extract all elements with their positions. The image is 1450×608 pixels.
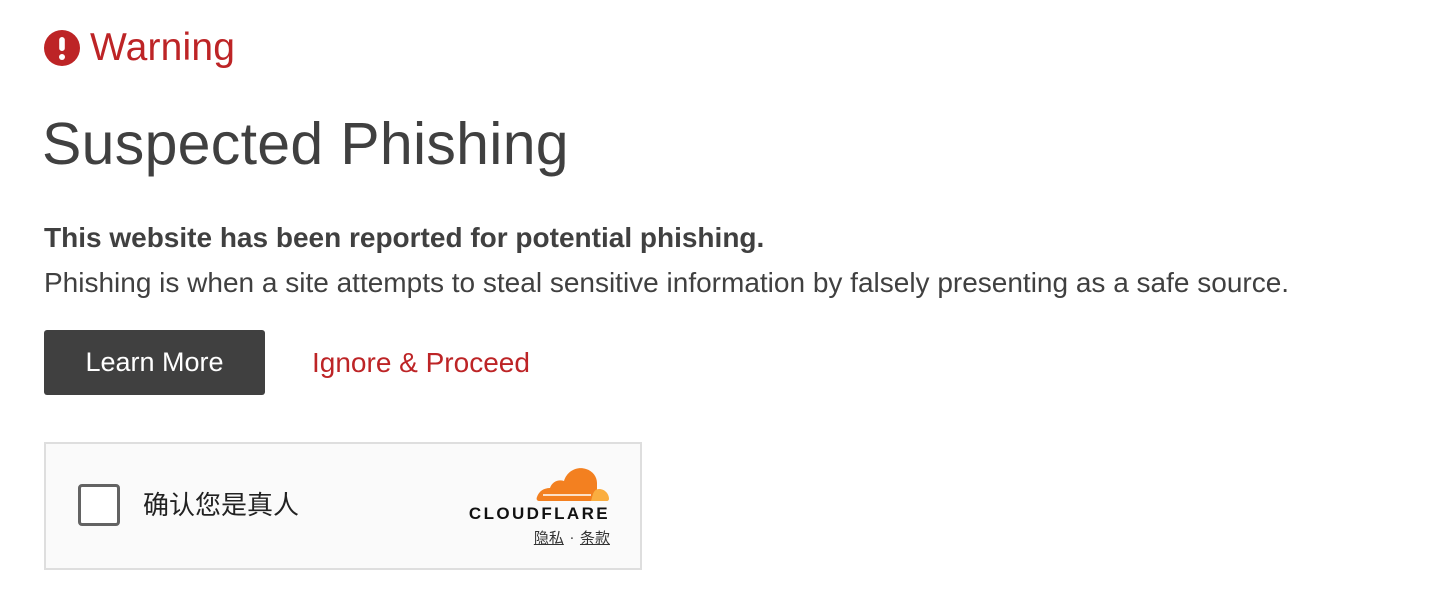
learn-more-button[interactable]: Learn More [44,330,265,395]
cloudflare-wordmark: CLOUDFLARE [468,504,610,523]
cloudflare-footer-links: 隐私 · 条款 [534,528,610,550]
warning-description: Phishing is when a site attempts to stea… [44,267,1290,298]
link-separator: · [569,532,574,547]
verify-human-checkbox[interactable] [78,484,120,526]
cloudflare-cloud-icon [536,468,609,501]
verify-human-label[interactable]: 确认您是真人 [143,490,299,522]
privacy-link[interactable]: 隐私 [534,529,564,547]
ignore-proceed-link[interactable]: Ignore & Proceed [312,344,530,382]
warning-label: Warning [90,26,236,69]
terms-link[interactable]: 条款 [580,529,610,547]
cloudflare-turnstile-widget: 确认您是真人 CLOUDFLARE 隐私 · 条款 [44,442,642,570]
exclamation-circle-icon [44,30,80,66]
warning-header: Warning [44,26,235,70]
cloudflare-branding: CLOUDFLARE 隐私 · 条款 [460,464,610,554]
warning-headline: This website has been reported for poten… [44,222,765,253]
page-title: Suspected Phishing [42,111,569,177]
